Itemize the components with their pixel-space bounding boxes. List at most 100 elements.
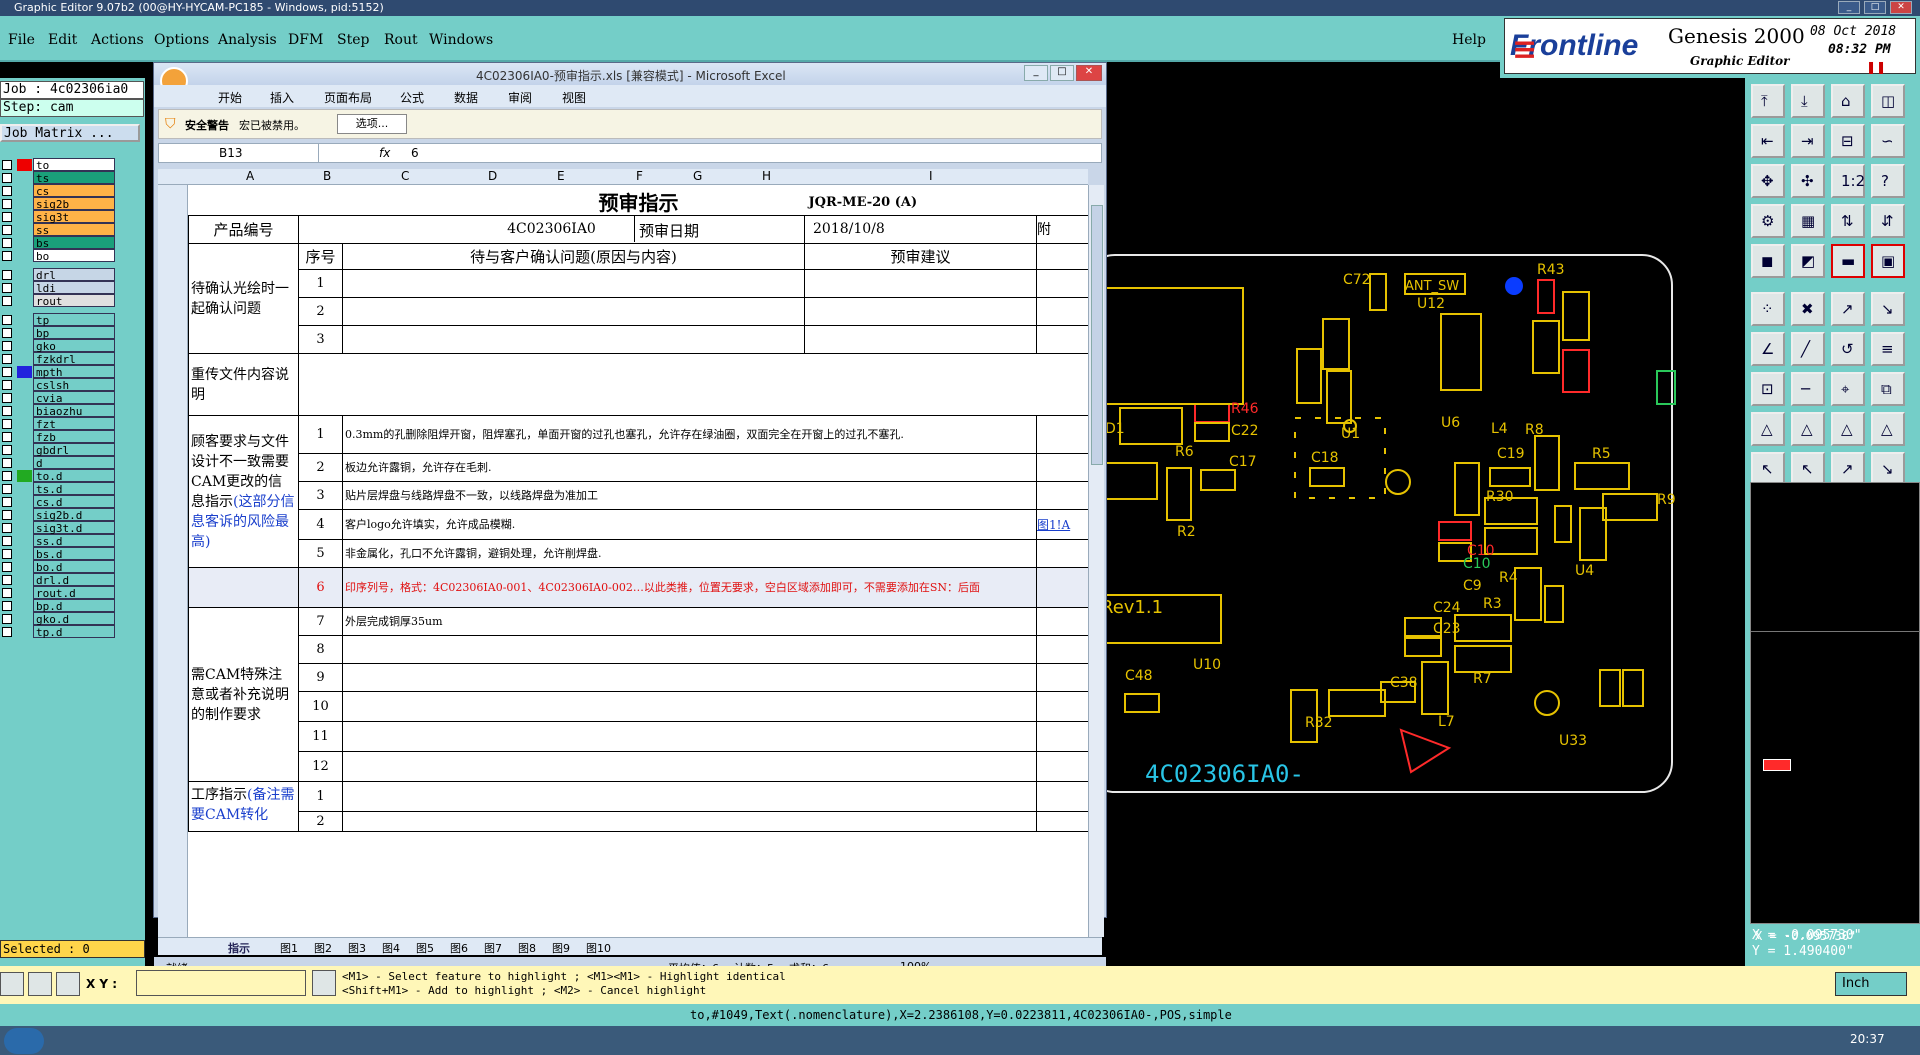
layer-color-swatch[interactable] [17, 327, 32, 339]
menu-windows[interactable]: Windows [429, 32, 493, 48]
layer-color-swatch[interactable] [17, 295, 32, 307]
layer-name[interactable]: bo.d [33, 560, 115, 574]
toolbar-tool-icon[interactable]: ⧉ [1871, 372, 1905, 406]
start-button[interactable] [4, 1028, 44, 1054]
tab-home[interactable]: 开始 [218, 89, 242, 106]
layer-row[interactable]: drl [0, 268, 118, 282]
toolbar-tool-icon[interactable]: ▣ [1871, 244, 1905, 278]
layer-row[interactable]: cvia [0, 391, 118, 405]
tab-view[interactable]: 视图 [562, 89, 586, 106]
toolbar-tool-icon[interactable]: △ [1751, 412, 1785, 446]
layer-name[interactable]: sig2b [33, 197, 115, 211]
formula-input[interactable]: 6 [411, 146, 419, 160]
layer-checkbox[interactable] [2, 601, 12, 611]
layer-name[interactable]: bp.d [33, 599, 115, 613]
sheet-tab-instructions[interactable]: 指示 [228, 940, 250, 956]
layer-color-swatch[interactable] [17, 224, 32, 236]
toolbar-tool-icon[interactable]: ◫ [1871, 84, 1905, 118]
col-b[interactable]: B [323, 169, 331, 183]
toolbar-tool-icon[interactable]: ↗ [1831, 292, 1865, 326]
layer-row[interactable]: gko [0, 339, 118, 353]
units-select[interactable]: Inch [1835, 972, 1907, 996]
layer-color-swatch[interactable] [17, 392, 32, 404]
toolbar-tool-icon[interactable]: △ [1831, 412, 1865, 446]
layer-name[interactable]: tp [33, 313, 115, 327]
layer-checkbox[interactable] [2, 328, 12, 338]
layer-checkbox[interactable] [2, 283, 12, 293]
layer-checkbox[interactable] [2, 562, 12, 572]
layer-checkbox[interactable] [2, 367, 12, 377]
menu-dfm[interactable]: DFM [288, 32, 323, 48]
toolbar-tool-icon[interactable]: △ [1871, 412, 1905, 446]
layer-row[interactable]: sig2b.d [0, 508, 118, 522]
layer-checkbox[interactable] [2, 270, 12, 280]
toolbar-tool-icon[interactable]: ╱ [1791, 332, 1825, 366]
layer-color-swatch[interactable] [17, 509, 32, 521]
toolbar-tool-icon[interactable]: ↺ [1831, 332, 1865, 366]
sheet-tab-fig7[interactable]: 图7 [484, 940, 502, 956]
menu-help[interactable]: Help [1452, 32, 1486, 48]
layer-name[interactable]: sig3t [33, 210, 115, 224]
col-i[interactable]: I [929, 169, 933, 183]
layer-color-swatch[interactable] [17, 185, 32, 197]
toolbar-tool-icon[interactable]: ⤓ [1791, 84, 1825, 118]
toolbar-tool-icon[interactable]: ∠ [1751, 332, 1785, 366]
layer-color-swatch[interactable] [17, 483, 32, 495]
layer-row[interactable]: bp.d [0, 599, 118, 613]
tab-insert[interactable]: 插入 [270, 89, 294, 106]
layer-row[interactable]: to [0, 158, 118, 172]
toolbar-tool-icon[interactable]: ⊡ [1751, 372, 1785, 406]
layer-color-swatch[interactable] [17, 418, 32, 430]
layer-name[interactable]: cvia [33, 391, 115, 405]
layer-name[interactable]: rout [33, 294, 115, 308]
layer-row[interactable]: bo [0, 249, 118, 263]
layer-name[interactable]: fzt [33, 417, 115, 431]
layer-color-swatch[interactable] [17, 522, 32, 534]
layer-color-swatch[interactable] [17, 250, 32, 262]
job-matrix-button[interactable]: Job Matrix ... [0, 124, 140, 142]
sheet-tab-fig5[interactable]: 图5 [416, 940, 434, 956]
layer-checkbox[interactable] [2, 393, 12, 403]
menu-options[interactable]: Options [154, 32, 209, 48]
layer-checkbox[interactable] [2, 160, 12, 170]
layer-checkbox[interactable] [2, 406, 12, 416]
layer-checkbox[interactable] [2, 212, 12, 222]
layer-row[interactable]: fzt [0, 417, 118, 431]
layer-row[interactable]: d [0, 456, 118, 470]
layer-checkbox[interactable] [2, 354, 12, 364]
layer-name[interactable]: fzkdrl [33, 352, 115, 366]
toolbar-tool-icon[interactable]: ✥ [1751, 164, 1785, 198]
toolbar-tool-icon[interactable]: 1:2 [1831, 164, 1865, 198]
layer-row[interactable]: rout [0, 294, 118, 308]
layer-name[interactable]: d [33, 456, 115, 470]
layer-row[interactable]: drl.d [0, 573, 118, 587]
layer-checkbox[interactable] [2, 484, 12, 494]
toolbar-tool-icon[interactable]: ⚙ [1751, 204, 1785, 238]
spreadsheet-grid[interactable]: 预审指示 JQR-ME-20 (A) 产品编号 4C02306IA0 预审日期 … [158, 185, 1088, 937]
layer-name[interactable]: gbdrl [33, 443, 115, 457]
excel-window[interactable]: 4C02306IA0-预审指示.xls [兼容模式] - Microsoft E… [153, 62, 1107, 977]
layer-color-swatch[interactable] [17, 366, 32, 378]
menu-actions[interactable]: Actions [91, 32, 144, 48]
toolbar-tool-icon[interactable]: ✖ [1791, 292, 1825, 326]
toolbar-tool-icon[interactable]: ⇵ [1871, 204, 1905, 238]
layer-row[interactable]: biaozhu [0, 404, 118, 418]
toolbar-tool-icon[interactable]: ↖ [1791, 452, 1825, 486]
layer-name[interactable]: to [33, 158, 115, 172]
menu-rout[interactable]: Rout [384, 32, 418, 48]
sheet-tab-fig6[interactable]: 图6 [450, 940, 468, 956]
layer-color-swatch[interactable] [17, 198, 32, 210]
layer-row[interactable]: cs.d [0, 495, 118, 509]
col-a[interactable]: A [246, 169, 254, 183]
layer-row[interactable]: tp.d [0, 625, 118, 639]
layer-color-swatch[interactable] [17, 613, 32, 625]
layer-checkbox[interactable] [2, 536, 12, 546]
close-button[interactable]: ✕ [1890, 1, 1912, 14]
step-field[interactable]: Step: cam [0, 99, 144, 117]
col-d[interactable]: D [488, 169, 497, 183]
layer-color-swatch[interactable] [17, 269, 32, 281]
menu-edit[interactable]: Edit [48, 32, 77, 48]
layer-row[interactable]: ldi [0, 281, 118, 295]
toolbar-tool-icon[interactable]: ⊟ [1831, 124, 1865, 158]
toolbar-tool-icon[interactable]: ? [1871, 164, 1905, 198]
